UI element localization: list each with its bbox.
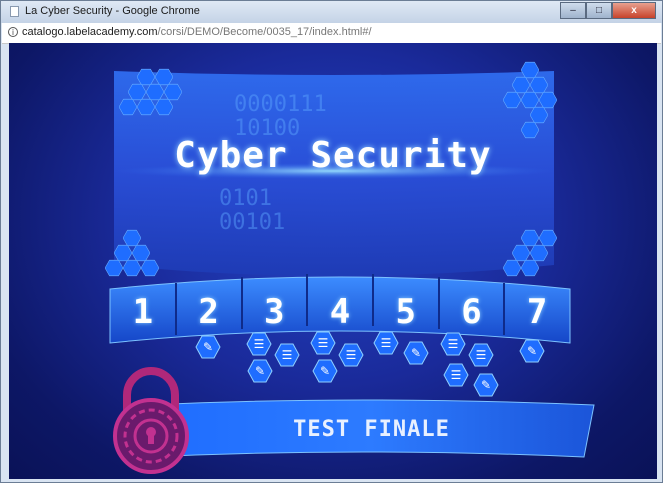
maximize-button[interactable]: □ <box>586 2 612 19</box>
module-6-material-button[interactable]: ☰ <box>440 332 466 356</box>
pencil-icon: ✎ <box>526 344 538 358</box>
module-4-exercise-button[interactable]: ✎ <box>312 359 338 383</box>
stack-icon: ☰ <box>317 336 329 350</box>
module-6-material-button[interactable]: ☰ <box>468 343 494 367</box>
minimize-button[interactable]: – <box>560 2 586 19</box>
module-4-material-button[interactable]: ☰ <box>338 343 364 367</box>
window-title: La Cyber Security - Google Chrome <box>25 5 200 17</box>
pencil-icon: ✎ <box>254 364 266 378</box>
stack-icon: ☰ <box>450 368 462 382</box>
pencil-icon: ✎ <box>202 340 214 354</box>
module-3-material-button[interactable]: ☰ <box>246 332 272 356</box>
course-title: Cyber Security <box>174 135 492 176</box>
url-path: /corsi/DEMO/Become/0035_17/index.html#/ <box>157 26 372 38</box>
binary-text: 0101 <box>219 186 272 211</box>
module-6-exercise-button[interactable]: ✎ <box>473 373 499 397</box>
pencil-icon: ✎ <box>410 346 422 360</box>
module-4-material-button[interactable]: ☰ <box>310 331 336 355</box>
module-3-material-button[interactable]: ☰ <box>274 343 300 367</box>
stack-icon: ☰ <box>253 337 265 351</box>
module-3-exercise-button[interactable]: ✎ <box>247 359 273 383</box>
pencil-icon: ✎ <box>480 378 492 392</box>
address-bar[interactable]: i catalogo.labelacademy.com/corsi/DEMO/B… <box>2 23 661 44</box>
url-text[interactable]: catalogo.labelacademy.com/corsi/DEMO/Bec… <box>22 26 372 38</box>
module-5-material-button[interactable]: ☰ <box>373 331 399 355</box>
module-2-button[interactable]: 2 <box>176 281 242 343</box>
stack-icon: ☰ <box>345 348 357 362</box>
stack-icon: ☰ <box>447 337 459 351</box>
modules-nav: 1 2 3 4 5 6 7 <box>110 281 570 343</box>
stack-icon: ☰ <box>475 348 487 362</box>
module-6-material-button[interactable]: ☰ <box>443 363 469 387</box>
page-icon <box>10 6 19 17</box>
course-viewport: 0000111 10100 0101 00101 Cyber Security … <box>9 43 657 479</box>
binary-text: 00101 <box>219 210 285 235</box>
close-button[interactable]: x <box>612 2 656 19</box>
final-test-button[interactable]: TEST FINALE <box>164 401 579 457</box>
module-2-exercise-button[interactable]: ✎ <box>195 335 221 359</box>
module-7-button[interactable]: 7 <box>504 281 570 343</box>
title-bar: La Cyber Security - Google Chrome – □ x <box>1 1 662 23</box>
module-7-exercise-button[interactable]: ✎ <box>519 339 545 363</box>
info-icon[interactable]: i <box>8 27 18 37</box>
url-host: catalogo.labelacademy.com <box>22 26 158 38</box>
module-1-button[interactable]: 1 <box>110 281 176 343</box>
stack-icon: ☰ <box>281 348 293 362</box>
binary-text: 0000111 <box>234 92 327 117</box>
stack-icon: ☰ <box>380 336 392 350</box>
pencil-icon: ✎ <box>319 364 331 378</box>
module-5-exercise-button[interactable]: ✎ <box>403 341 429 365</box>
window-controls: – □ x <box>560 2 656 19</box>
